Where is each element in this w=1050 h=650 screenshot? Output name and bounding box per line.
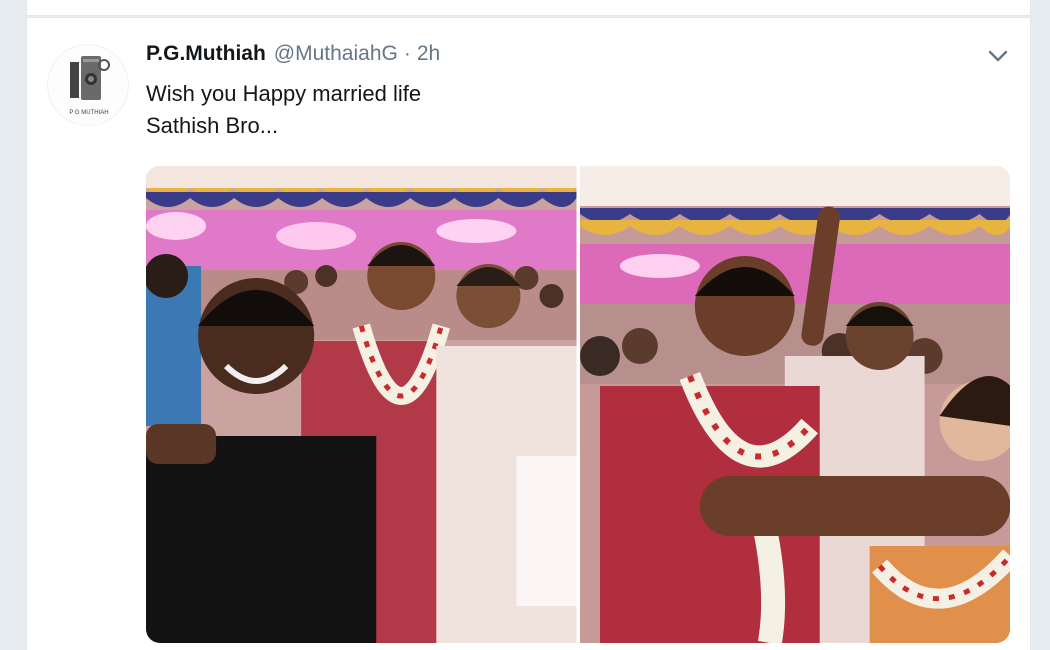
media-photo-1[interactable] [146,166,577,643]
timestamp[interactable]: 2h [417,42,440,66]
media-photo-2[interactable] [579,166,1010,643]
author-name[interactable]: P.G.Muthiah [146,42,266,66]
camera-logo-icon: P G MUTHIAH [69,56,110,116]
avatar[interactable]: P G MUTHIAH [47,44,129,126]
avatar-caption: P G MUTHIAH [69,110,108,116]
previous-tweet-card [26,0,1031,16]
garland-photo [579,166,1010,643]
selfie-photo [146,166,577,643]
tweet-header: P.G.Muthiah @MuthaiahG · 2h [146,42,440,72]
tweet-text-line-2: Sathish Bro... [146,113,279,138]
more-options-button[interactable] [986,46,1010,66]
author-handle[interactable]: @MuthaiahG [274,42,398,66]
tweet-text-line-1: Wish you Happy married life [146,81,422,106]
separator-dot: · [403,42,411,65]
chevron-down-icon [988,50,1008,62]
tweet-text: Wish you Happy married life Sathish Bro.… [146,78,966,142]
tweet-card[interactable]: P G MUTHIAH P.G.Muthiah @MuthaiahG · 2h … [26,17,1031,650]
media-grid [146,166,1010,643]
